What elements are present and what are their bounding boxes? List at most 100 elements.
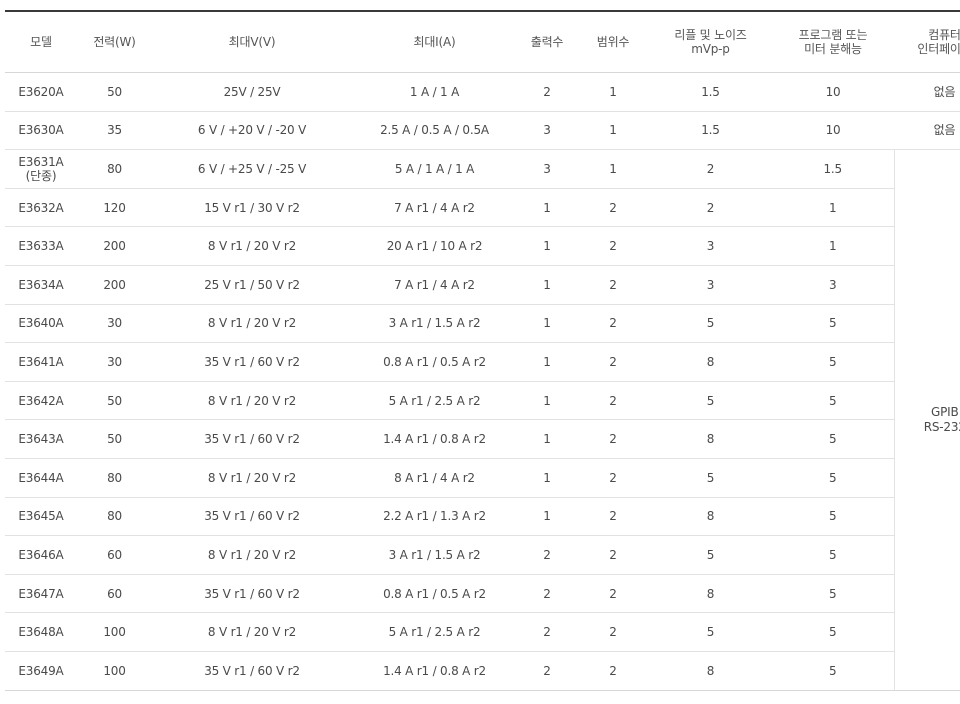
table-row: E3641A 30 35 V r1 / 60 V r2 0.8 A r1 / 0.5 …: [5, 342, 960, 382]
cell-max-voltage: 8 V r1 / 20 V r2: [152, 226, 352, 266]
cell-model: E3643A: [5, 419, 77, 459]
cell-power: 50: [77, 381, 152, 421]
cell-ranges: 2: [577, 535, 649, 575]
cell-model: E3631A (단종): [5, 149, 77, 189]
cell-ranges: 2: [577, 497, 649, 537]
cell-max-voltage: 35 V r1 / 60 V r2: [152, 342, 352, 382]
cell-ranges: 2: [577, 188, 649, 228]
cell-ranges: 2: [577, 574, 649, 614]
cell-ripple-noise: 5: [649, 458, 772, 498]
table-row: E3632A 120 15 V r1 / 30 V r2 7 A r1 / 4 A r…: [5, 188, 960, 228]
cell-ripple-noise: 5: [649, 381, 772, 421]
cell-ripple-noise: 2: [649, 149, 772, 189]
cell-power: 60: [77, 574, 152, 614]
cell-ripple-noise: 8: [649, 651, 772, 691]
cell-max-voltage: 35 V r1 / 60 V r2: [152, 651, 352, 691]
cell-ripple-noise: 5: [649, 612, 772, 652]
cell-resolution: 10: [772, 111, 894, 151]
cell-max-current: 1.4 A r1 / 0.8 A r2: [352, 651, 517, 691]
cell-model: E3632A: [5, 188, 77, 228]
cell-power: 30: [77, 342, 152, 382]
cell-resolution: 5: [772, 304, 894, 344]
header-resolution: 프로그램 또는 미터 분해능: [772, 11, 894, 73]
table-row: E3648A 100 8 V r1 / 20 V r2 5 A r1 / 2.5 A …: [5, 612, 960, 652]
cell-outputs: 2: [517, 574, 577, 614]
cell-model: E3634A: [5, 265, 77, 305]
cell-outputs: 2: [517, 535, 577, 575]
cell-model: E3633A: [5, 226, 77, 266]
cell-model: E3645A: [5, 497, 77, 537]
cell-ripple-noise: 2: [649, 188, 772, 228]
power-supply-spec-table: 모델 전력(W) 최대V(V) 최대I(A) 출력수 범위수 리플 및 노이즈 …: [5, 10, 960, 691]
cell-resolution: 5: [772, 381, 894, 421]
cell-resolution: 1: [772, 188, 894, 228]
cell-outputs: 1: [517, 342, 577, 382]
cell-power: 50: [77, 72, 152, 112]
table-row: E3643A 50 35 V r1 / 60 V r2 1.4 A r1 / 0.8 …: [5, 419, 960, 459]
cell-resolution: 5: [772, 458, 894, 498]
cell-max-voltage: 6 V / +25 V / -25 V: [152, 149, 352, 189]
cell-ripple-noise: 1.5: [649, 111, 772, 151]
cell-max-voltage: 8 V r1 / 20 V r2: [152, 612, 352, 652]
cell-resolution: 5: [772, 497, 894, 537]
cell-model: E3642A: [5, 381, 77, 421]
cell-model: E3630A: [5, 111, 77, 151]
cell-resolution: 5: [772, 419, 894, 459]
cell-outputs: 2: [517, 651, 577, 691]
table-body: E3620A 50 25V / 25V 1 A / 1 A 2 1 1.5 10 없음 E3630…: [5, 72, 960, 691]
cell-max-voltage: 8 V r1 / 20 V r2: [152, 458, 352, 498]
cell-outputs: 2: [517, 72, 577, 112]
cell-power: 200: [77, 226, 152, 266]
cell-resolution: 3: [772, 265, 894, 305]
cell-ranges: 2: [577, 458, 649, 498]
cell-outputs: 1: [517, 265, 577, 305]
cell-ranges: 1: [577, 111, 649, 151]
cell-model: E3648A: [5, 612, 77, 652]
cell-ranges: 1: [577, 72, 649, 112]
cell-max-voltage: 35 V r1 / 60 V r2: [152, 497, 352, 537]
header-model: 모델: [5, 11, 77, 73]
cell-max-current: 3 A r1 / 1.5 A r2: [352, 304, 517, 344]
cell-max-current: 7 A r1 / 4 A r2: [352, 188, 517, 228]
cell-ripple-noise: 1.5: [649, 72, 772, 112]
table-row: E3645A 80 35 V r1 / 60 V r2 2.2 A r1 / 1.3 …: [5, 497, 960, 537]
cell-power: 200: [77, 265, 152, 305]
cell-outputs: 1: [517, 188, 577, 228]
cell-ranges: 1: [577, 149, 649, 189]
cell-ripple-noise: 5: [649, 535, 772, 575]
cell-power: 30: [77, 304, 152, 344]
cell-outputs: 1: [517, 458, 577, 498]
cell-power: 80: [77, 497, 152, 537]
cell-outputs: 1: [517, 419, 577, 459]
table-row: E3640A 30 8 V r1 / 20 V r2 3 A r1 / 1.5 A r…: [5, 304, 960, 344]
cell-ranges: 2: [577, 419, 649, 459]
cell-model: E3644A: [5, 458, 77, 498]
cell-max-current: 2.2 A r1 / 1.3 A r2: [352, 497, 517, 537]
cell-outputs: 1: [517, 226, 577, 266]
table-row: E3649A 100 35 V r1 / 60 V r2 1.4 A r1 / 0.8…: [5, 651, 960, 691]
table-row: E3642A 50 8 V r1 / 20 V r2 5 A r1 / 2.5 A r…: [5, 381, 960, 421]
cell-resolution: 1: [772, 226, 894, 266]
cell-outputs: 1: [517, 497, 577, 537]
cell-max-voltage: 15 V r1 / 30 V r2: [152, 188, 352, 228]
cell-resolution: 10: [772, 72, 894, 112]
table-row: E3646A 60 8 V r1 / 20 V r2 3 A r1 / 1.5 A r…: [5, 535, 960, 575]
cell-max-current: 20 A r1 / 10 A r2: [352, 226, 517, 266]
header-max-current: 최대I(A): [352, 11, 517, 73]
cell-model: E3649A: [5, 651, 77, 691]
header-power: 전력(W): [77, 11, 152, 73]
cell-max-current: 1 A / 1 A: [352, 72, 517, 112]
cell-ripple-noise: 5: [649, 304, 772, 344]
table-row: E3631A (단종) 80 6 V / +25 V / -25 V5 A / 1 …: [5, 149, 960, 691]
cell-power: 60: [77, 535, 152, 575]
cell-resolution: 1.5: [772, 149, 894, 189]
cell-power: 120: [77, 188, 152, 228]
cell-max-current: 8 A r1 / 4 A r2: [352, 458, 517, 498]
header-ranges: 범위수: [577, 11, 649, 73]
cell-power: 35: [77, 111, 152, 151]
cell-outputs: 2: [517, 612, 577, 652]
cell-interface: 없음: [894, 72, 960, 112]
cell-ranges: 2: [577, 226, 649, 266]
cell-ranges: 2: [577, 304, 649, 344]
cell-outputs: 3: [517, 149, 577, 189]
